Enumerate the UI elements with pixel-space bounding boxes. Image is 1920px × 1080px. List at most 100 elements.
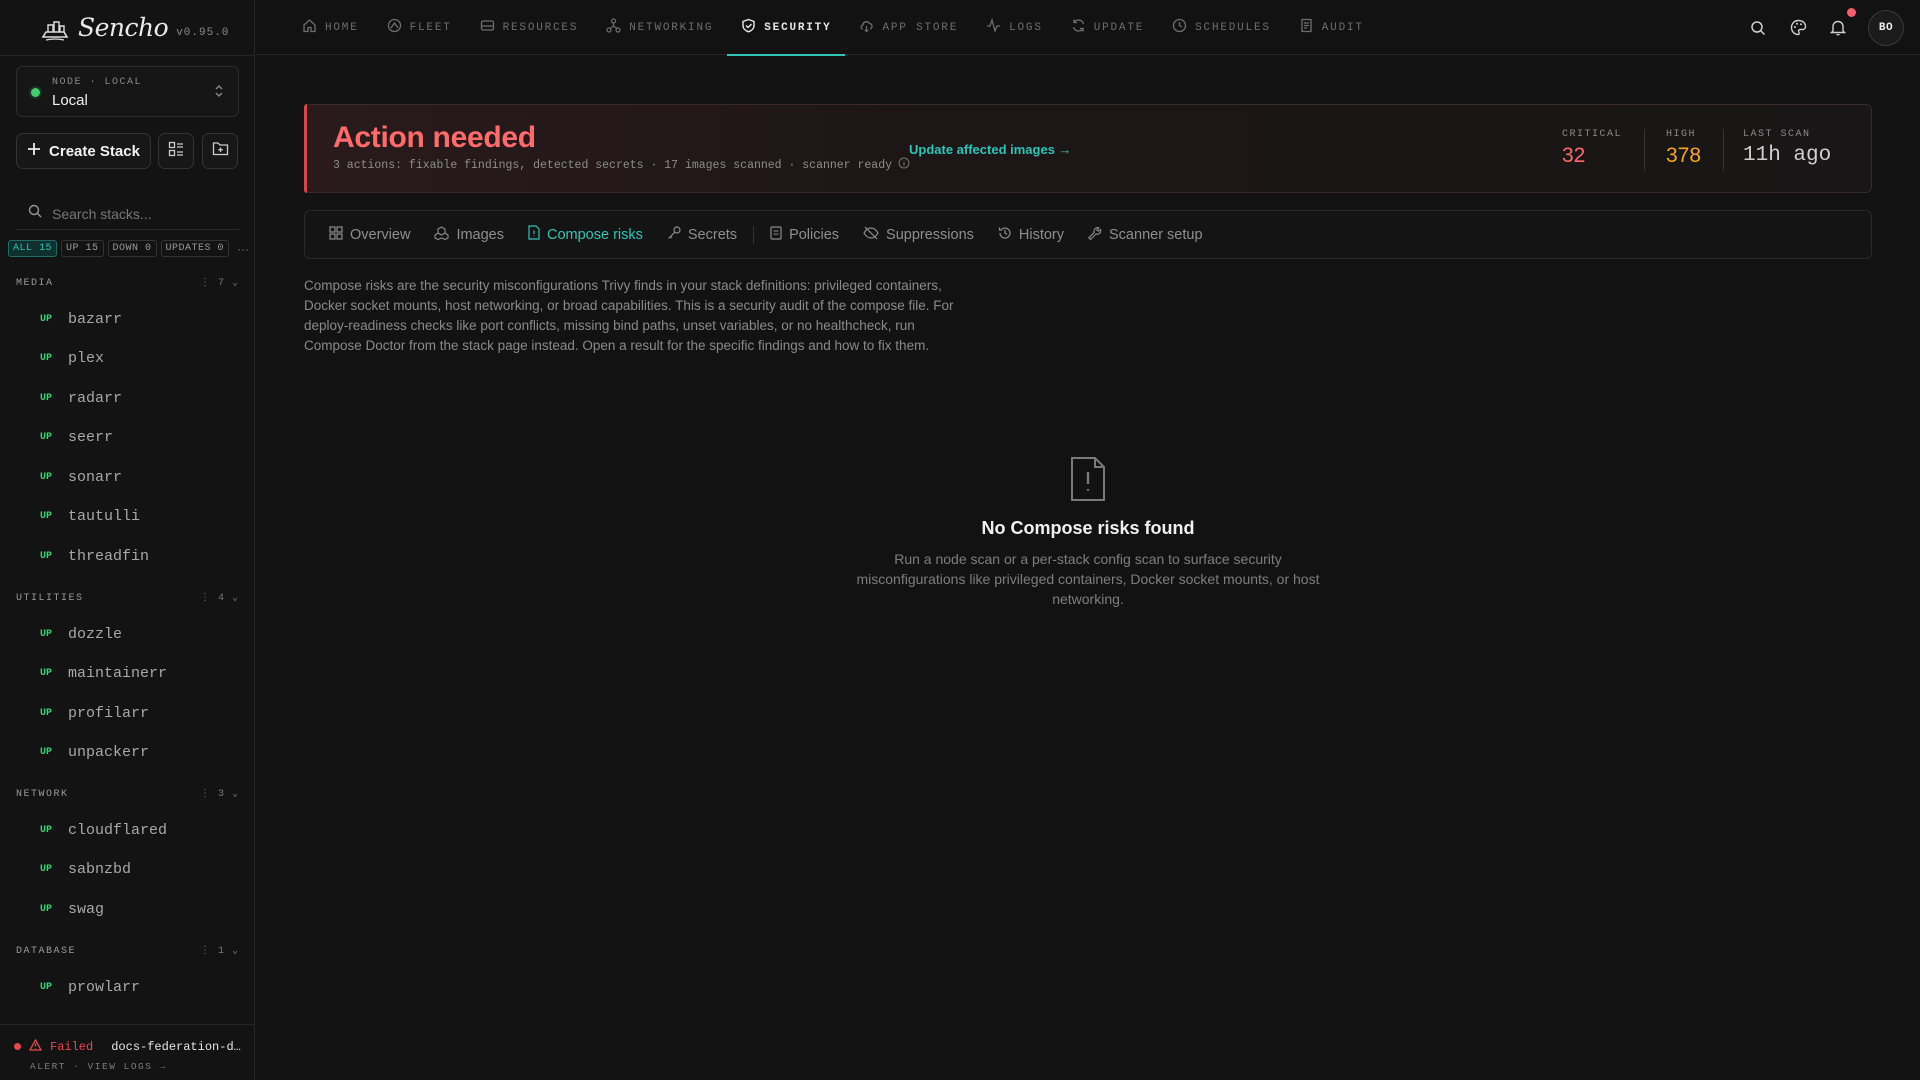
new-folder-button[interactable] [202,133,238,169]
templates-button[interactable] [158,133,194,169]
search-stacks-input[interactable] [52,205,232,222]
nav-label: LOGS [1009,21,1043,34]
stack-item[interactable]: UP unpackerr [40,738,240,766]
secrets-key-icon [667,225,681,244]
kebab-icon[interactable]: ⋮ [200,277,210,289]
avatar[interactable]: BO [1868,9,1904,46]
tab-suppressions[interactable]: Suppressions [851,226,986,244]
stack-item[interactable]: UP seerr [40,423,240,451]
status-badge: UP [40,628,53,640]
group-header-database[interactable]: DATABASE ⋮ 1 ⌄ [16,944,238,958]
stack-item[interactable]: UP profilarr [40,699,240,727]
create-stack-button[interactable]: Create Stack [16,133,151,169]
kebab-icon[interactable]: ⋮ [200,945,210,957]
nav-label: HOME [325,21,359,34]
tab-overview[interactable]: Overview [329,225,422,244]
group-header-network[interactable]: NETWORK ⋮ 3 ⌄ [16,787,238,801]
stack-name: seerr [68,428,114,446]
filters-more-button[interactable]: ··· [237,242,249,256]
warning-triangle-icon [28,1038,43,1054]
status-badge: UP [40,471,53,483]
folder-plus-icon [212,141,229,161]
chevron-down-icon[interactable]: ⌄ [232,788,238,800]
node-selector[interactable]: NODE · LOCAL Local [16,66,239,117]
tab-secrets[interactable]: Secrets [655,225,749,244]
stack-item[interactable]: UP threadfin [40,542,240,570]
tab-scanner-setup[interactable]: Scanner setup [1076,226,1215,244]
nav-app-store[interactable]: APP STORE [845,0,972,55]
nav-home[interactable]: HOME [288,0,373,55]
chevron-down-icon[interactable]: ⌄ [232,592,238,604]
deploy-alert[interactable]: Failed docs-federation-de... ALERT · VIE… [0,1024,255,1080]
kebab-icon[interactable]: ⋮ [200,788,210,800]
status-badge: UP [40,667,53,679]
bell-icon[interactable] [1828,7,1856,38]
stack-item[interactable]: UP sabnzbd [40,855,240,883]
brand[interactable]: Sencho v0.95.0 [40,14,229,42]
tab-label: Overview [350,226,411,243]
stack-name: radarr [68,389,123,407]
stat-value: 32 [1562,144,1586,167]
tab-label: Images [456,226,504,243]
nav-items: HOME FLEET RESOURCES NETWORKING SECURITY… [288,0,1378,56]
alert-stack-name: docs-federation-de... [111,1039,243,1054]
policies-icon [770,225,782,244]
filter-updates[interactable]: UPDATES 0 [160,240,230,257]
nav-label: NETWORKING [629,21,714,34]
nav-fleet[interactable]: FLEET [373,0,466,55]
nav-update[interactable]: UPDATE [1057,0,1158,55]
group-header-utilities[interactable]: UTILITIES ⋮ 4 ⌄ [16,591,238,605]
stack-item[interactable]: UP plex [40,344,240,372]
nav-security[interactable]: SECURITY [727,0,846,56]
stack-name: sonarr [68,468,123,486]
nav-logs[interactable]: LOGS [972,0,1057,55]
alert-status: Failed [50,1039,94,1054]
stack-item[interactable]: UP bazarr [40,305,240,333]
history-icon [998,226,1012,244]
filter-up[interactable]: UP 15 [61,240,104,257]
stack-item[interactable]: UP cloudflared [40,816,240,844]
node-status-dot [31,88,40,97]
stat-label: HIGH [1666,129,1697,140]
filter-down[interactable]: DOWN 0 [107,240,157,257]
plus-icon [27,142,41,160]
filter-all[interactable]: ALL 15 [8,240,58,257]
nav-resources[interactable]: RESOURCES [466,0,593,55]
stack-item[interactable]: UP maintainerr [40,659,240,687]
nav-schedules[interactable]: SCHEDULES [1158,0,1285,55]
tab-history[interactable]: History [986,226,1076,244]
tab-images[interactable]: Images [422,225,516,244]
alert-actions[interactable]: ALERT · VIEW LOGS → [30,1061,167,1072]
stack-item[interactable]: UP dozzle [40,620,240,648]
update-affected-images-link[interactable]: Update affected images → [909,142,1072,157]
tab-policies[interactable]: Policies [758,225,851,244]
stack-item[interactable]: UP sonarr [40,463,240,491]
stack-item[interactable]: UP swag [40,895,240,923]
group-name: NETWORK [16,788,69,800]
chevron-down-icon[interactable]: ⌄ [232,277,238,289]
nav-networking[interactable]: NETWORKING [592,0,727,55]
file-alert-icon [1068,455,1108,503]
stack-name: dozzle [68,625,123,643]
stack-item[interactable]: UP prowlarr [40,973,240,1001]
brand-version: v0.95.0 [176,27,230,39]
palette-icon[interactable] [1788,18,1808,38]
scanner-setup-icon [1088,226,1102,244]
banner-subtitle-text: 3 actions: fixable findings, detected se… [333,158,892,172]
action-needed-banner: Action needed 3 actions: fixable finding… [304,104,1872,193]
tab-label: Policies [789,226,840,243]
search-stacks[interactable] [16,198,239,230]
group-header-media[interactable]: MEDIA ⋮ 7 ⌄ [16,276,238,290]
suppressions-icon [863,226,879,244]
stack-name: prowlarr [68,978,141,996]
sencho-logo-icon [40,16,70,42]
chevron-down-icon[interactable]: ⌄ [232,945,238,957]
nav-audit[interactable]: AUDIT [1285,0,1378,55]
info-icon[interactable] [898,157,910,173]
kebab-icon[interactable]: ⋮ [200,592,210,604]
search-icon[interactable] [1748,18,1768,38]
group-count: 3 [217,788,224,800]
stack-item[interactable]: UP radarr [40,384,240,412]
stack-item[interactable]: UP tautulli [40,502,240,530]
tab-compose-risks[interactable]: Compose risks [516,225,655,244]
